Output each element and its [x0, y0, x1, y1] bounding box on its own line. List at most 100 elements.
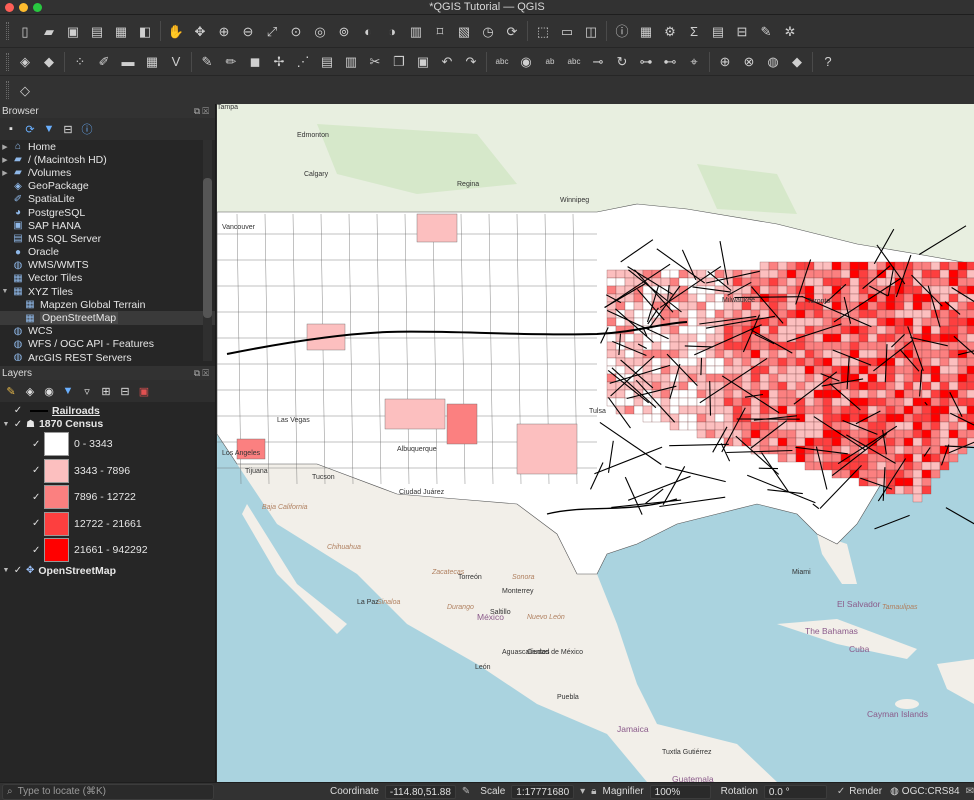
browser-item[interactable]: ◍ WCS [0, 325, 215, 338]
zoom-to-layer-icon[interactable]: ◎ [309, 20, 331, 42]
toolbar-grip[interactable] [6, 81, 9, 99]
scale-dropdown-icon[interactable]: ▾ [580, 786, 585, 797]
browser-item[interactable]: ◈ GeoPackage [0, 180, 215, 193]
paste-features-icon[interactable]: ▣ [412, 51, 434, 73]
temporal-controller-icon[interactable]: ◷ [477, 20, 499, 42]
delete-selected-icon[interactable]: ▥ [340, 51, 362, 73]
minimize-window-icon[interactable] [19, 3, 28, 12]
change-label-icon[interactable]: ⊶ [635, 51, 657, 73]
legend-class-item[interactable]: ✓ 7896 - 12722 [0, 484, 215, 511]
crs-button[interactable]: ◍ OGC:CRS84 [890, 786, 960, 797]
globe-icon[interactable]: ◍ [762, 51, 784, 73]
coordinate-field[interactable]: -114.80,51.88 [384, 784, 456, 799]
zoom-full-icon[interactable]: ⤢ [261, 20, 283, 42]
show-bookmarks-icon[interactable]: ▧ [453, 20, 475, 42]
toggle-editing-icon[interactable]: ✏ [220, 51, 242, 73]
save-edits-icon[interactable]: ◼ [244, 51, 266, 73]
remove-layer-icon[interactable]: ▣ [135, 382, 153, 400]
layer-1870-census[interactable]: ▼ ✓ ☗ 1870 Census [0, 417, 215, 431]
add-mesh-layer-icon[interactable]: V [165, 51, 187, 73]
browser-item[interactable]: ◍ WFS / OGC API - Features [0, 338, 215, 351]
collapse-arrow-icon[interactable]: ▼ [0, 567, 12, 574]
layer-visibility-checkbox[interactable]: ✓ [12, 565, 24, 576]
copy-features-icon[interactable]: ❐ [388, 51, 410, 73]
processing-toolbox-icon[interactable]: ⚙ [659, 20, 681, 42]
expand-arrow-icon[interactable]: ▶ [0, 143, 10, 151]
legend-class-item[interactable]: ✓ 12722 - 21661 [0, 511, 215, 538]
locator-search-input[interactable]: ⌕ Type to locate (⌘K) [2, 783, 214, 800]
lock-scale-icon[interactable]: 🔒︎ [591, 786, 596, 797]
panel-float-close-icon[interactable]: ⧉☒ [194, 368, 211, 379]
browser-item[interactable]: ▶ ⌂ Home [0, 140, 215, 153]
new-map-view-icon[interactable]: ▥ [405, 20, 427, 42]
browser-item[interactable]: ✐ SpatiaLite [0, 193, 215, 206]
browser-item[interactable]: ▤ MS SQL Server [0, 232, 215, 245]
zoom-to-selection-icon[interactable]: ⊙ [285, 20, 307, 42]
undo-icon[interactable]: ↶ [436, 51, 458, 73]
expand-all-icon[interactable]: ⊞ [97, 382, 115, 400]
browser-item[interactable]: ◍ WMS/WMTS [0, 259, 215, 272]
layer-visibility-checkbox[interactable]: ✓ [12, 419, 24, 430]
label-pin-icon[interactable]: ◉ [515, 51, 537, 73]
modify-attributes-icon[interactable]: ▤ [316, 51, 338, 73]
expand-arrow-icon[interactable]: ▶ [0, 169, 10, 177]
label-highlight-icon[interactable]: ab [539, 51, 561, 73]
class-visibility-checkbox[interactable]: ✓ [32, 439, 42, 450]
legend-class-item[interactable]: ✓ 0 - 3343 [0, 431, 215, 458]
measure-icon[interactable]: ⊟ [731, 20, 753, 42]
zoom-last-icon[interactable]: ◐ [357, 20, 379, 42]
manage-visibility-icon[interactable]: ◉ [40, 382, 58, 400]
expand-arrow-icon[interactable]: ▶ [0, 156, 10, 164]
rotation-field[interactable]: 0.0 ° [763, 784, 827, 799]
layers-tree[interactable]: ✓ Railroads ▼ ✓ ☗ 1870 Census ✓ 0 - 3343 ✓… [0, 402, 215, 578]
info-icon[interactable]: ⓘ [78, 120, 96, 138]
show-hide-labels-icon[interactable]: ⊷ [659, 51, 681, 73]
new-print-layout-icon[interactable]: ▤ [86, 20, 108, 42]
class-visibility-checkbox[interactable]: ✓ [32, 545, 42, 556]
layer-openstreetmap[interactable]: ▼ ✓ ✥ OpenStreetMap [0, 564, 215, 578]
collapse-arrow-icon[interactable]: ▼ [0, 421, 12, 428]
toggle-extents-icon[interactable]: ✎ [462, 786, 470, 797]
select-features-icon[interactable]: ⬚ [532, 20, 554, 42]
legend-class-item[interactable]: ✓ 21661 - 942292 [0, 537, 215, 564]
current-edits-icon[interactable]: ✎ [196, 51, 218, 73]
settings-icon[interactable]: ✲ [779, 20, 801, 42]
close-window-icon[interactable] [5, 3, 14, 12]
zoom-window-icon[interactable] [33, 3, 42, 12]
browser-item[interactable]: ▦ OpenStreetMap [0, 311, 215, 325]
new-geopackage-layer-icon[interactable]: ◆ [38, 51, 60, 73]
layer-styling-icon[interactable]: ✎ [2, 382, 20, 400]
browser-item[interactable]: ● Oracle [0, 246, 215, 259]
layer-styling-icon[interactable]: ◇ [14, 79, 36, 101]
browser-scrollbar[interactable] [203, 140, 212, 361]
messages-icon[interactable]: ✉ [966, 786, 974, 797]
collapse-all-icon[interactable]: ⊟ [116, 382, 134, 400]
open-project-icon[interactable]: ▰ [38, 20, 60, 42]
select-by-value-icon[interactable]: ▭ [556, 20, 578, 42]
pan-to-selection-icon[interactable]: ✥ [189, 20, 211, 42]
layer-railroads[interactable]: ✓ Railroads [0, 404, 215, 417]
add-vector-layer-icon[interactable]: ▬ [117, 51, 139, 73]
panel-float-close-icon[interactable]: ⧉☒ [194, 106, 211, 117]
add-selected-layers-icon[interactable]: ▪ [2, 120, 20, 138]
refresh-icon[interactable]: ⟳ [21, 120, 39, 138]
new-bookmark-icon[interactable]: ⌑ [429, 20, 451, 42]
scale-field[interactable]: 1:17771680 [511, 784, 575, 799]
python-console-icon[interactable]: ◆ [786, 51, 808, 73]
browser-item[interactable]: ▶ ▰ /Volumes [0, 166, 215, 179]
add-group-icon[interactable]: ◈ [21, 382, 39, 400]
digitize-icon[interactable]: ✐ [93, 51, 115, 73]
filter-legend-icon[interactable]: ▼ [59, 382, 77, 400]
add-wms-layer-icon[interactable]: ⊕ [714, 51, 736, 73]
browser-tree[interactable]: ▶ ⌂ Home ▶ ▰ / (Macintosh HD) ▶ ▰ /Volumes ◈ GeoPa… [0, 140, 215, 361]
pan-map-icon[interactable]: ✋ [165, 20, 187, 42]
browser-item[interactable]: ▦ Vector Tiles [0, 272, 215, 285]
browser-item[interactable]: ◍ ArcGIS REST Servers [0, 351, 215, 361]
render-checkbox[interactable]: ✓ [837, 786, 845, 797]
legend-class-item[interactable]: ✓ 3343 - 7896 [0, 458, 215, 485]
map-tips-icon[interactable]: ✎ [755, 20, 777, 42]
zoom-native-icon[interactable]: ⊚ [333, 20, 355, 42]
layout-manager-icon[interactable]: ▦ [110, 20, 132, 42]
layer-visibility-checkbox[interactable]: ✓ [12, 405, 24, 416]
browser-item[interactable]: ◕ PostgreSQL [0, 206, 215, 219]
